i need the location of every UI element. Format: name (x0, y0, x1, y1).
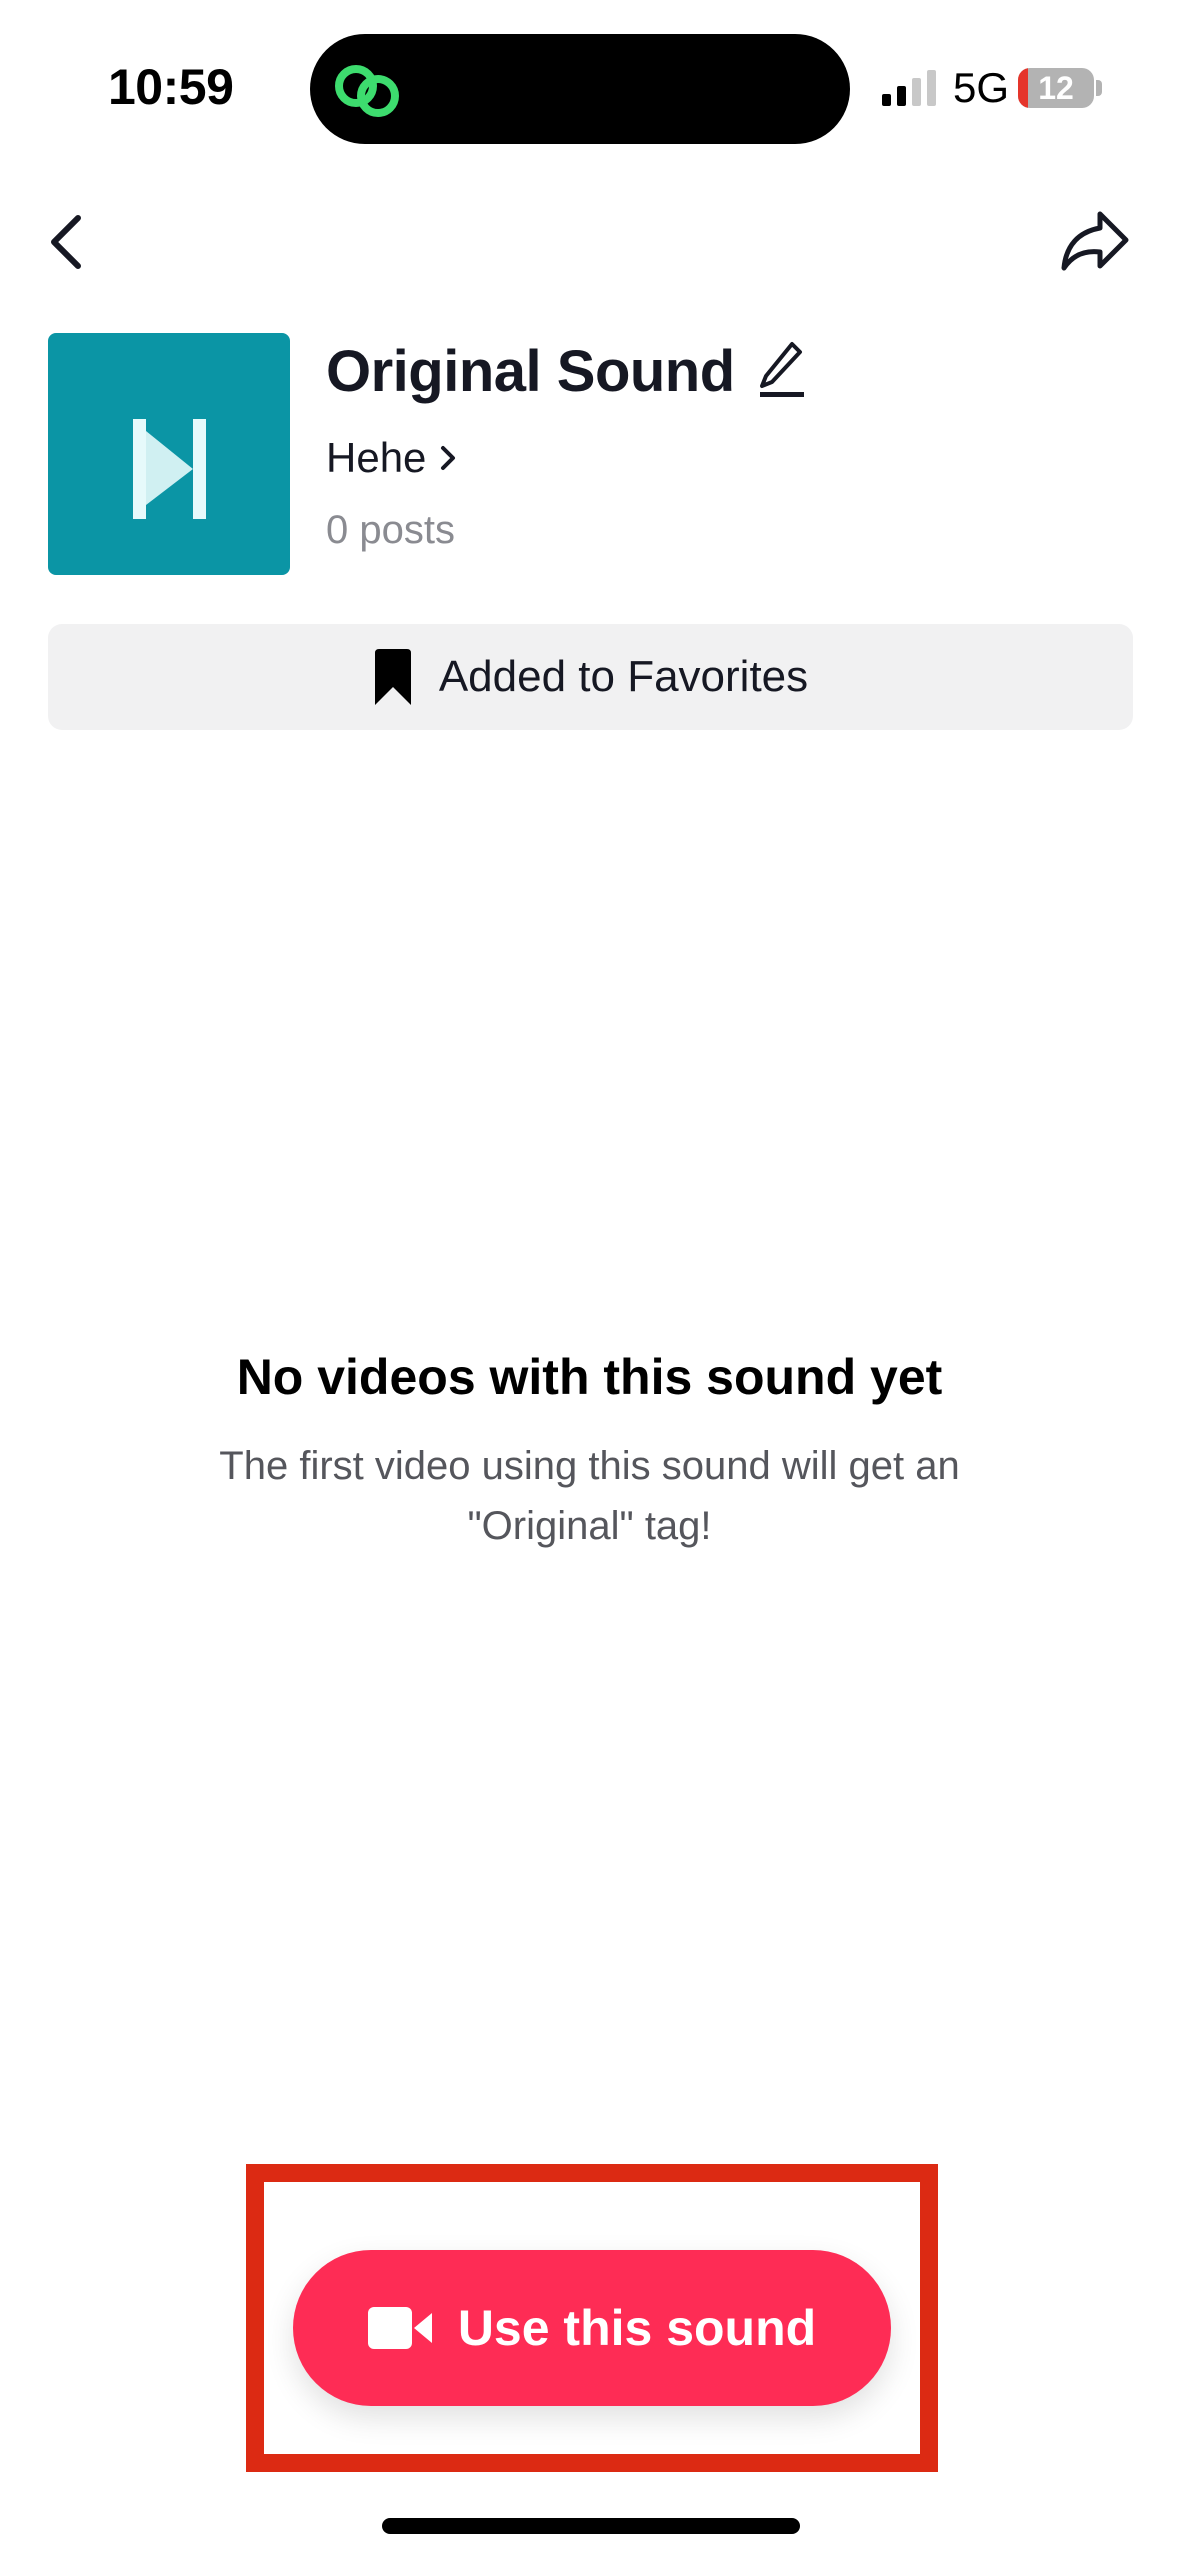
video-camera-icon (367, 2307, 432, 2349)
chevron-left-icon[interactable] (44, 212, 88, 272)
home-indicator[interactable] (382, 2518, 800, 2534)
status-time: 10:59 (108, 59, 234, 115)
favorites-label: Added to Favorites (438, 652, 809, 701)
pencil-icon[interactable] (756, 340, 806, 400)
favorites-button[interactable]: Added to Favorites (48, 624, 1133, 730)
share-arrow-icon[interactable] (1060, 208, 1130, 274)
empty-state-description: The first video using this sound will ge… (219, 1444, 960, 1548)
sound-author: Hehe (326, 434, 427, 481)
link-rings-icon (335, 65, 399, 117)
use-this-sound-label: Use this sound (457, 2300, 817, 2356)
sound-title: Original Sound (326, 339, 735, 404)
battery-tip (1096, 80, 1102, 96)
network-type: 5G (953, 64, 1010, 111)
battery-icon: 12 (1018, 68, 1094, 108)
empty-state-title: No videos with this sound yet (236, 1349, 943, 1405)
use-this-sound-button[interactable]: Use this sound (293, 2250, 891, 2406)
cellular-signal-icon (882, 70, 936, 106)
chevron-right-icon (441, 446, 456, 470)
bookmark-filled-icon (374, 649, 411, 705)
posts-count: 0 posts (326, 508, 455, 552)
sound-cover[interactable] (48, 333, 290, 575)
battery-percent: 12 (1038, 70, 1074, 106)
sound-author-link[interactable]: Hehe (326, 434, 456, 482)
skip-play-icon (133, 419, 206, 519)
